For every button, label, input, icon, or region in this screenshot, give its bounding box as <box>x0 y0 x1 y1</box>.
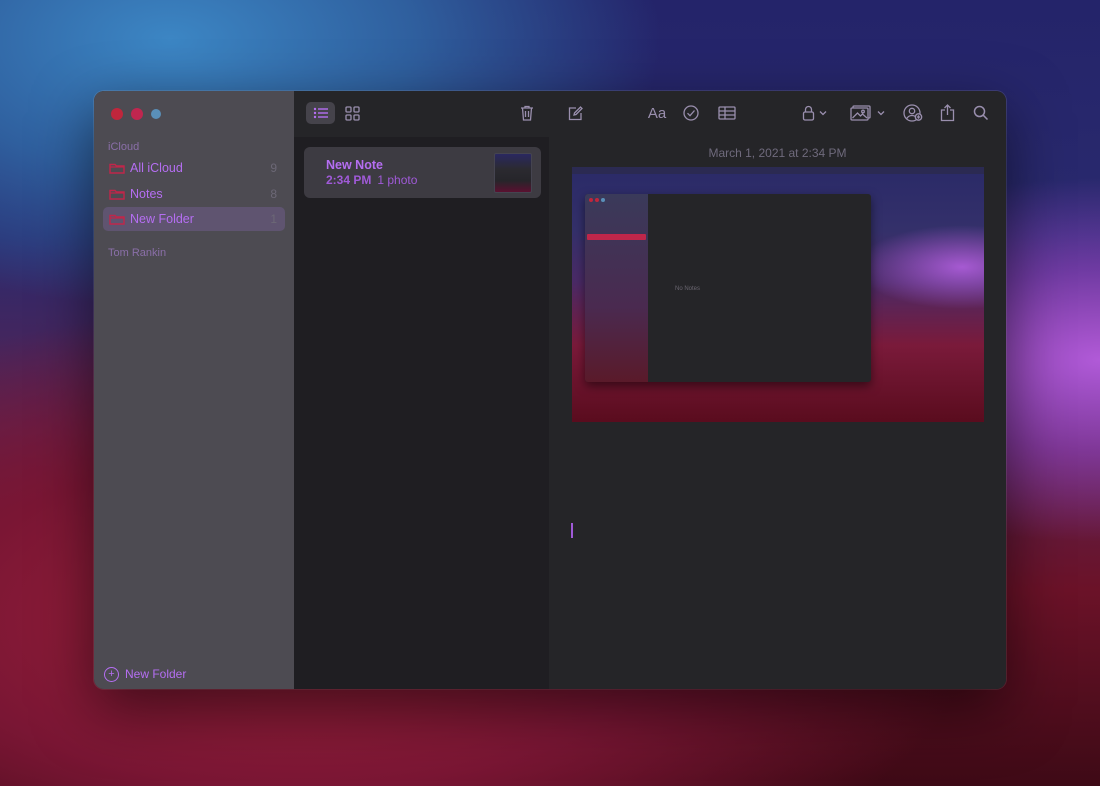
note-list: New Note 2:34 PM 1 photo <box>294 137 550 689</box>
sidebar-item-new-folder[interactable]: New Folder 1 <box>103 207 285 231</box>
lock-button[interactable] <box>799 102 831 124</box>
sidebar-item-label: All iCloud <box>130 161 183 175</box>
embedded-sidebar <box>585 194 648 382</box>
media-icon <box>850 105 886 121</box>
note-date: March 1, 2021 at 2:34 PM <box>708 146 847 160</box>
share-icon <box>940 104 955 122</box>
gallery-view-icon <box>344 105 360 121</box>
minimize-button[interactable] <box>131 108 143 120</box>
section-header-account: Tom Rankin <box>108 247 167 259</box>
table-button[interactable] <box>715 102 739 124</box>
text-caret <box>571 523 573 538</box>
gallery-view-button[interactable] <box>341 102 363 124</box>
media-button[interactable] <box>848 102 888 124</box>
toolbar: Aa <box>294 91 1006 137</box>
list-view-icon <box>313 107 329 119</box>
new-folder-label: New Folder <box>125 667 187 681</box>
sidebar-item-label: Notes <box>130 187 163 201</box>
embedded-window: No Notes <box>585 194 871 382</box>
checklist-icon <box>683 105 699 121</box>
sidebar-item-all-icloud[interactable]: All iCloud 9 <box>103 156 285 180</box>
lock-icon <box>802 105 828 121</box>
sidebar-item-label: New Folder <box>130 212 194 226</box>
list-view-button[interactable] <box>306 102 335 124</box>
folder-icon <box>109 188 125 200</box>
collaborate-button[interactable] <box>901 102 925 124</box>
window-controls <box>111 108 161 120</box>
compose-icon <box>568 105 583 121</box>
note-title: New Note <box>326 158 383 172</box>
zoom-button[interactable] <box>151 109 161 119</box>
note-editor[interactable]: March 1, 2021 at 2:34 PM No Notes <box>549 137 1006 689</box>
note-list-item[interactable]: New Note 2:34 PM 1 photo <box>304 147 541 198</box>
folder-icon <box>109 162 125 174</box>
collaborate-icon <box>903 104 923 122</box>
search-icon <box>973 105 989 121</box>
delete-button[interactable] <box>516 102 538 124</box>
search-button[interactable] <box>970 102 992 124</box>
sidebar-item-count: 8 <box>270 187 277 201</box>
embedded-screenshot[interactable]: No Notes <box>572 167 984 422</box>
sidebar-item-count: 9 <box>270 161 277 175</box>
format-button[interactable]: Aa <box>644 102 670 124</box>
note-meta: 2:34 PM 1 photo <box>326 173 417 187</box>
compose-button[interactable] <box>564 102 586 124</box>
note-thumbnail <box>494 153 532 193</box>
share-button[interactable] <box>936 102 958 124</box>
plus-circle-icon: + <box>104 666 119 682</box>
embedded-menubar <box>572 167 984 174</box>
note-time: 2:34 PM <box>326 173 372 187</box>
sidebar: iCloud All iCloud 9 Notes 8 New Folder 1… <box>94 91 294 689</box>
note-detail: 1 photo <box>377 173 418 187</box>
embedded-selected-row <box>587 234 646 240</box>
section-header-icloud: iCloud <box>108 141 140 153</box>
checklist-button[interactable] <box>680 102 702 124</box>
folder-icon <box>109 213 125 225</box>
sidebar-item-notes[interactable]: Notes 8 <box>103 182 285 206</box>
trash-icon <box>520 105 534 121</box>
embedded-empty-label: No Notes <box>675 286 701 292</box>
table-icon <box>718 106 736 120</box>
notes-window: iCloud All iCloud 9 Notes 8 New Folder 1… <box>94 91 1006 689</box>
new-folder-button[interactable]: + New Folder <box>104 665 186 683</box>
format-text-icon: Aa <box>647 104 667 122</box>
embedded-window-controls <box>589 198 605 202</box>
close-button[interactable] <box>111 108 123 120</box>
sidebar-item-count: 1 <box>270 212 277 226</box>
